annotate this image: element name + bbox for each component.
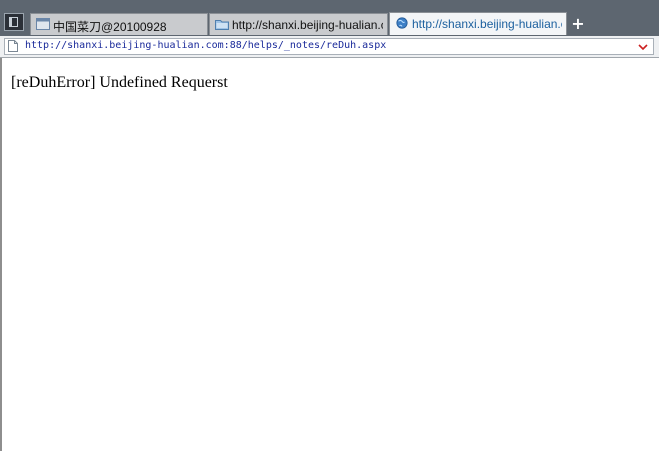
tab-site-browser[interactable]: http://shanxi.beijing-hualian.c... [389,12,567,35]
page-icon [8,40,18,52]
window-icon [36,18,50,30]
page-content: [reDuhError] Undefined Requerst [0,58,659,451]
tab-chopper[interactable]: 中国菜刀@20100928 [30,13,208,35]
tab-site-folder[interactable]: http://shanxi.beijing-hualian.c... [209,13,388,35]
url-field[interactable]: http://shanxi.beijing-hualian.com:88/hel… [4,38,654,55]
folder-icon [215,20,229,30]
tab-label: http://shanxi.beijing-hualian.c... [412,17,562,31]
globe-icon [396,17,408,29]
url-text[interactable]: http://shanxi.beijing-hualian.com:88/hel… [25,40,386,51]
error-message: [reDuhError] Undefined Requerst [11,74,228,91]
tab-label: http://shanxi.beijing-hualian.c... [232,18,383,32]
new-tab-button[interactable]: + [570,15,586,33]
tab-bar: 中国菜刀@20100928 http://shanxi.beijing-hual… [0,0,659,36]
address-bar: http://shanxi.beijing-hualian.com:88/hel… [0,36,659,58]
tab-label: 中国菜刀@20100928 [53,20,167,34]
chevron-down-icon[interactable] [637,41,649,53]
app-menu-button[interactable] [4,13,24,31]
